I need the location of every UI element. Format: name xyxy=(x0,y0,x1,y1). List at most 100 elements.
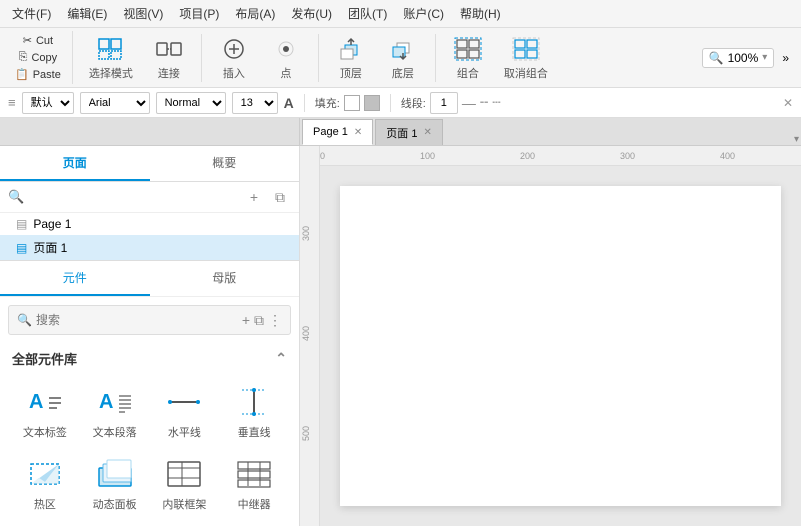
page-list: ▤ Page 1 ▤ 页面 1 xyxy=(0,213,299,261)
widget-library-collapse-icon[interactable]: ⌃ xyxy=(275,350,287,367)
bottom-layer-button[interactable]: 底层 xyxy=(379,31,427,85)
fill-color-swatch[interactable] xyxy=(344,95,360,111)
copy-icon: ⎘ xyxy=(19,51,28,64)
top-layer-button[interactable]: 顶层 xyxy=(327,31,375,85)
tabbar-more-button[interactable]: ▾ xyxy=(794,134,799,145)
top-layer-icon xyxy=(335,35,367,63)
page-item-label-0: Page 1 xyxy=(33,217,71,231)
inline-frame-icon xyxy=(162,456,206,492)
widget-add-button[interactable]: + xyxy=(242,312,250,329)
masters-tab[interactable]: 母版 xyxy=(150,261,300,296)
text-label-icon: A xyxy=(23,384,67,420)
select-mode-icon xyxy=(95,35,127,63)
weight-select[interactable]: Normal xyxy=(156,92,226,114)
widget-hotspot[interactable]: 热区 xyxy=(12,450,78,518)
ruler-vmark-300: 300 xyxy=(301,226,311,241)
page-item-1[interactable]: ▤ 页面 1 xyxy=(0,235,299,260)
h-line-text: 水平线 xyxy=(168,424,201,440)
stroke-label: 线段: xyxy=(401,95,426,111)
widget-inline-frame[interactable]: 内联框架 xyxy=(152,450,218,518)
svg-text:A: A xyxy=(99,391,113,413)
widget-text-label[interactable]: A 文本标签 xyxy=(12,378,78,446)
ruler-vertical: 300 400 500 xyxy=(300,146,320,526)
widget-v-line[interactable]: 垂直线 xyxy=(221,378,287,446)
ruler-mark-100: 100 xyxy=(420,151,435,161)
menu-project[interactable]: 项目(P) xyxy=(171,1,227,26)
font-select[interactable]: Arial xyxy=(80,92,150,114)
tab-page2[interactable]: 页面 1 ✕ xyxy=(375,119,443,145)
tab-page1-close[interactable]: ✕ xyxy=(354,127,362,138)
ruler-mark-400: 400 xyxy=(720,151,735,161)
bottom-layer-label: 底层 xyxy=(392,65,414,81)
add-page-button[interactable]: + xyxy=(243,186,265,208)
formatbar: ≡ 默认 Arial Normal 13 A 填充: 线段: — ╌ ┄ ✕ xyxy=(0,88,801,118)
point-button[interactable]: 点 xyxy=(262,31,310,85)
ungroup-button[interactable]: 取消组合 xyxy=(496,31,556,85)
style-select[interactable]: 默认 xyxy=(22,92,74,114)
stroke-style-1[interactable]: — xyxy=(462,95,476,111)
pages-tab[interactable]: 页面 xyxy=(0,146,150,181)
tab-page2-label: 页面 1 xyxy=(386,125,417,141)
menu-layout[interactable]: 布局(A) xyxy=(227,1,283,26)
inline-frame-text: 内联框架 xyxy=(162,496,206,512)
page-item-label-1: 页面 1 xyxy=(33,239,67,256)
insert-button[interactable]: 插入 xyxy=(210,31,258,85)
connect-button[interactable]: 连接 xyxy=(145,31,193,85)
page-options-button[interactable]: ⧉ xyxy=(269,186,291,208)
tab-page2-close[interactable]: ✕ xyxy=(423,127,431,138)
page-item-0[interactable]: ▤ Page 1 xyxy=(0,213,299,235)
widget-more-button[interactable]: ⋮ xyxy=(268,312,282,329)
menu-help[interactable]: 帮助(H) xyxy=(452,1,509,26)
formatbar-close-button[interactable]: ✕ xyxy=(783,96,793,110)
menu-edit[interactable]: 编辑(E) xyxy=(59,1,115,26)
paste-icon: 📋 xyxy=(15,68,29,81)
ruler-horizontal: 0 100 200 300 400 xyxy=(300,146,801,166)
menu-account[interactable]: 账户(C) xyxy=(395,1,452,26)
group-button[interactable]: 组合 xyxy=(444,31,492,85)
select-mode-button[interactable]: 选择模式 xyxy=(81,31,141,85)
top-layer-label: 顶层 xyxy=(340,65,362,81)
widget-h-line[interactable]: 水平线 xyxy=(152,378,218,446)
search-icon: 🔍 xyxy=(8,189,24,205)
widget-text-para[interactable]: A 文本段落 xyxy=(82,378,148,446)
widgets-tab[interactable]: 元件 xyxy=(0,261,150,296)
widget-copy-button[interactable]: ⧉ xyxy=(254,312,264,329)
canvas-area: 0 100 200 300 400 300 400 500 xyxy=(300,146,801,526)
widget-repeater[interactable]: 中继器 xyxy=(221,450,287,518)
overview-tab[interactable]: 概要 xyxy=(150,146,300,181)
zoom-control[interactable]: 🔍 100% ▾ xyxy=(702,48,775,68)
ungroup-icon xyxy=(510,35,542,63)
ungroup-label: 取消组合 xyxy=(504,65,548,81)
menu-team[interactable]: 团队(T) xyxy=(340,1,395,26)
canvas-page xyxy=(340,186,781,506)
separator-1 xyxy=(201,34,202,82)
size-select[interactable]: 13 xyxy=(232,92,278,114)
widget-library-title: 全部元件库 ⌃ xyxy=(0,343,299,374)
stroke-size-input[interactable] xyxy=(430,92,458,114)
tab-page1[interactable]: Page 1 ✕ xyxy=(302,119,373,145)
left-panel: 页面 概要 🔍 + ⧉ ▤ Page 1 ▤ 页面 1 xyxy=(0,146,300,526)
v-line-icon xyxy=(232,384,276,420)
point-icon xyxy=(270,35,302,63)
stroke-section: 线段: — ╌ ┄ xyxy=(401,92,501,114)
stroke-style-2[interactable]: ╌ xyxy=(480,94,488,111)
svg-text:A: A xyxy=(29,391,43,413)
widget-dynamic-panel[interactable]: 动态面板 xyxy=(82,450,148,518)
more-tools-icon: » xyxy=(782,51,789,65)
ruler-mark-200: 200 xyxy=(520,151,535,161)
zoom-dropdown-icon: ▾ xyxy=(762,52,767,63)
widget-search-input[interactable] xyxy=(36,308,238,332)
cut-button[interactable]: ✂ Cut xyxy=(20,33,56,48)
menu-file[interactable]: 文件(F) xyxy=(4,1,59,26)
paste-button[interactable]: 📋 Paste xyxy=(12,67,64,82)
copy-button[interactable]: ⎘ Copy xyxy=(16,50,61,65)
ruler-vmark-400: 400 xyxy=(301,326,311,341)
v-line-text: 垂直线 xyxy=(238,424,271,440)
more-tools-button[interactable]: » xyxy=(778,47,793,69)
pages-toolbar: 🔍 + ⧉ xyxy=(0,182,299,213)
clipboard-group: ✂ Cut ⎘ Copy 📋 Paste xyxy=(8,31,73,84)
menu-view[interactable]: 视图(V) xyxy=(115,1,171,26)
stroke-style-3[interactable]: ┄ xyxy=(492,94,500,111)
fill-color-swatch-2[interactable] xyxy=(364,95,380,111)
menu-publish[interactable]: 发布(U) xyxy=(283,1,340,26)
